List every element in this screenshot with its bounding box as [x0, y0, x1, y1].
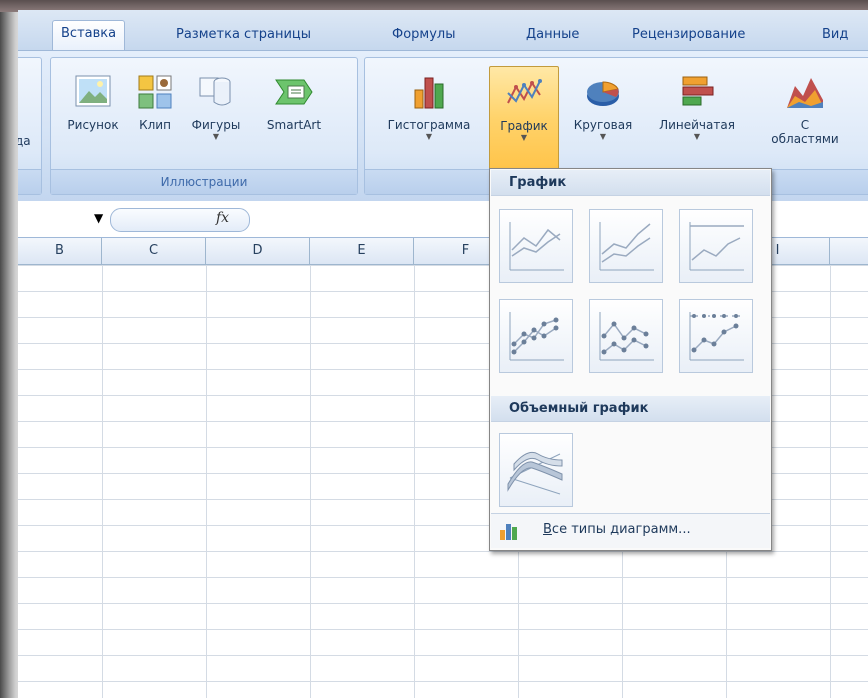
area-chart-button[interactable]: С областями — [765, 72, 845, 146]
stacked-line-markers-thumb-icon — [599, 312, 654, 361]
chart-type-line[interactable] — [499, 209, 573, 283]
bar-chart-button[interactable]: Линейчатая ▼ — [651, 72, 743, 142]
grid-row-line — [18, 603, 868, 604]
3d-line-thumb-icon — [507, 451, 563, 495]
grid-column-line — [830, 265, 831, 698]
tab-formulas[interactable]: Формулы — [384, 22, 463, 50]
picture-button[interactable]: Рисунок — [63, 72, 123, 132]
column-chart-dropdown-arrow: ▼ — [425, 132, 433, 141]
grid-column-line — [206, 265, 207, 698]
excel-window: Вставка Разметка страницы Формулы Данные… — [18, 10, 868, 698]
namebox-dropdown-icon[interactable]: ▼ — [94, 211, 103, 225]
ribbon-group-illustrations: Рисунок Клип Фигуры ▼ SmartArt Иллюстрац… — [50, 57, 358, 195]
column-chart-label: Гистограмма — [387, 118, 471, 132]
tab-review[interactable]: Рецензирование — [624, 22, 753, 50]
chart-type-stacked-line[interactable] — [589, 209, 663, 283]
shapes-dropdown-arrow: ▼ — [212, 132, 220, 141]
clipart-label: Клип — [139, 118, 171, 132]
bar-chart-label: Линейчатая — [659, 118, 735, 132]
bar-chart-icon — [677, 72, 717, 112]
tables-button-label[interactable]: да — [18, 134, 31, 148]
picture-icon — [73, 72, 113, 112]
clipart-button[interactable]: Клип — [133, 72, 177, 132]
chart-type-stacked-line-markers[interactable] — [589, 299, 663, 373]
gallery-section-3d-line: Объемный график — [491, 396, 770, 422]
shapes-button[interactable]: Фигуры ▼ — [185, 72, 247, 142]
clipart-icon — [135, 72, 175, 112]
tab-insert[interactable]: Вставка — [52, 20, 126, 51]
grid-row-line — [18, 629, 868, 630]
line-markers-thumb-icon — [509, 312, 564, 361]
group-label — [18, 169, 41, 194]
grid-row-line — [18, 551, 868, 552]
illustrations-group-label: Иллюстрации — [51, 169, 357, 194]
shapes-icon — [196, 72, 236, 112]
grid-column-line — [310, 265, 311, 698]
bar-chart-dropdown-arrow: ▼ — [693, 132, 701, 141]
area-chart-label-2: областями — [771, 132, 839, 146]
chart-type-3d-line[interactable] — [499, 433, 573, 507]
column-header-d[interactable]: D — [206, 238, 310, 264]
pie-chart-dropdown-arrow: ▼ — [599, 132, 607, 141]
line-thumb-icon — [509, 222, 564, 271]
line-chart-gallery: График Объемный график Все типы диаграмм… — [489, 168, 772, 551]
picture-label: Рисунок — [67, 118, 119, 132]
grid-row-line — [18, 681, 868, 682]
all-chart-types-item[interactable]: Все типы диаграмм... — [491, 513, 770, 548]
pie-chart-icon — [583, 72, 623, 112]
smartart-icon — [274, 72, 314, 112]
tab-view[interactable]: Вид — [814, 22, 856, 50]
tab-page-layout[interactable]: Разметка страницы — [168, 22, 319, 50]
column-header-c[interactable]: C — [102, 238, 206, 264]
chart-type-line-markers[interactable] — [499, 299, 573, 373]
grid-row-line — [18, 577, 868, 578]
percent-line-markers-thumb-icon — [689, 312, 744, 361]
ribbon-group-tables: да — [18, 57, 42, 195]
line-chart-icon — [504, 73, 544, 113]
line-chart-button[interactable]: График ▼ — [489, 66, 559, 170]
chart-type-100-stacked-line[interactable] — [679, 209, 753, 283]
smartart-label: SmartArt — [266, 118, 322, 132]
smartart-button[interactable]: SmartArt — [257, 72, 331, 132]
shapes-label: Фигуры — [191, 118, 241, 132]
ribbon-tabs: Вставка Разметка страницы Формулы Данные… — [18, 10, 868, 51]
chart-type-100-stacked-line-markers[interactable] — [679, 299, 753, 373]
stacked-line-thumb-icon — [599, 222, 654, 271]
insert-function-button[interactable]: fx — [216, 210, 229, 226]
tab-data[interactable]: Данные — [518, 22, 587, 50]
grid-column-line — [414, 265, 415, 698]
column-chart-button[interactable]: Гистограмма ▼ — [373, 72, 485, 142]
area-chart-icon — [785, 72, 825, 112]
all-chart-types-label: Все типы диаграмм... — [543, 522, 691, 537]
gallery-section-2d-line: График — [491, 170, 770, 196]
grid-column-line — [102, 265, 103, 698]
column-chart-small-icon — [500, 524, 517, 540]
column-header-e[interactable]: E — [310, 238, 414, 264]
column-chart-icon — [409, 72, 449, 112]
line-chart-dropdown-arrow: ▼ — [520, 133, 528, 142]
column-header-b[interactable]: B — [18, 238, 102, 264]
pie-chart-button[interactable]: Круговая ▼ — [563, 72, 643, 142]
percent-line-thumb-icon — [689, 222, 744, 271]
pie-chart-label: Круговая — [573, 118, 633, 132]
area-chart-label-1: С — [800, 118, 810, 132]
grid-row-line — [18, 655, 868, 656]
line-chart-label: График — [500, 119, 548, 133]
